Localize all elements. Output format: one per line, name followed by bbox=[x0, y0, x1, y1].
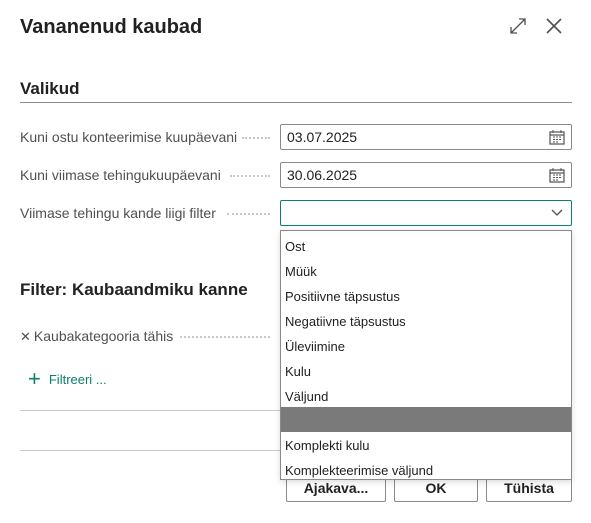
field-label-posting-date: Kuni ostu konteerimise kuupäevani bbox=[20, 129, 238, 145]
add-filter-label: Filtreeri ... bbox=[48, 371, 107, 387]
section-divider bbox=[20, 102, 572, 103]
options-section-title: Valikud bbox=[20, 79, 80, 98]
entry-type-filter-select[interactable] bbox=[280, 200, 572, 226]
dropdown-option-highlighted[interactable] bbox=[281, 407, 571, 432]
field-label-transaction-date: Kuni viimase tehingukuupäevani bbox=[20, 167, 221, 183]
remove-filter-icon[interactable]: ✕ bbox=[20, 329, 31, 344]
dropdown-option[interactable]: Komplekteerimise väljund bbox=[285, 457, 571, 482]
dropdown-option[interactable]: Ost bbox=[285, 233, 571, 258]
field-dots bbox=[227, 213, 270, 215]
transaction-date-input[interactable]: 30.06.2025 bbox=[280, 162, 572, 188]
posting-date-input[interactable]: 03.07.2025 bbox=[280, 124, 572, 150]
dropdown-option[interactable]: Müük bbox=[285, 258, 571, 283]
expand-icon[interactable] bbox=[506, 14, 530, 38]
posting-date-value: 03.07.2025 bbox=[287, 129, 358, 145]
filter-field-row[interactable]: ✕ Kaubakategooria tähis bbox=[20, 328, 173, 345]
field-label-entry-type-filter: Viimase tehingu kande liigi filter bbox=[20, 205, 216, 221]
field-dots bbox=[230, 175, 270, 177]
dropdown-option[interactable]: Väljund bbox=[285, 383, 571, 408]
filter-field-label: Kaubakategooria tähis bbox=[33, 328, 174, 344]
transaction-date-value: 30.06.2025 bbox=[287, 167, 358, 183]
plus-icon: + bbox=[28, 366, 41, 391]
field-dots bbox=[180, 336, 270, 338]
chevron-down-icon[interactable] bbox=[551, 208, 563, 218]
filter-section-title: Filter: Kaubaandmiku kanne bbox=[20, 280, 248, 299]
calendar-icon[interactable] bbox=[549, 168, 565, 183]
dialog-title: Vananenud kaubad bbox=[20, 16, 203, 38]
dropdown-option[interactable]: Negatiivne täpsustus bbox=[285, 308, 571, 333]
field-dots bbox=[242, 137, 270, 139]
calendar-icon[interactable] bbox=[549, 130, 565, 145]
entry-type-dropdown[interactable]: Ost Müük Positiivne täpsustus Negatiivne… bbox=[280, 230, 572, 480]
dropdown-option[interactable]: Positiivne täpsustus bbox=[285, 283, 571, 308]
close-icon[interactable] bbox=[542, 14, 566, 38]
dropdown-option[interactable]: Üleviimine bbox=[285, 333, 571, 358]
add-filter-link[interactable]: + Filtreeri ... bbox=[28, 366, 107, 391]
dropdown-option[interactable]: Komplekti kulu bbox=[285, 432, 571, 457]
dropdown-option[interactable]: Kulu bbox=[285, 358, 571, 383]
